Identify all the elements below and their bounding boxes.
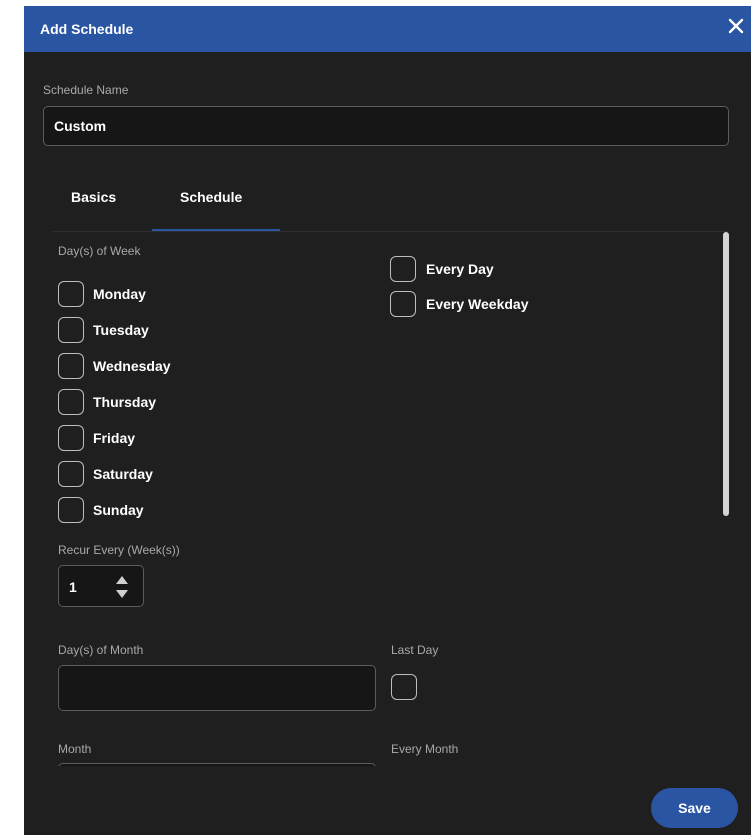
every-month-label: Every Month — [391, 742, 459, 756]
spinner-arrows-icon[interactable] — [115, 575, 129, 599]
wednesday-checkbox[interactable] — [58, 353, 84, 379]
friday-checkbox[interactable] — [58, 425, 84, 451]
recur-every-label: Recur Every (Week(s)) — [58, 543, 180, 557]
wednesday-label[interactable]: Wednesday — [93, 358, 171, 374]
month-label: Month — [58, 742, 92, 756]
days-of-month-input[interactable] — [58, 665, 376, 711]
scrollbar-thumb[interactable] — [723, 232, 729, 516]
every-weekday-checkbox[interactable] — [390, 291, 416, 317]
tuesday-label[interactable]: Tuesday — [93, 322, 149, 338]
schedule-tab-content[interactable]: Day(s) of Week Monday Tuesday Wednesday … — [24, 232, 751, 766]
tab-schedule[interactable]: Schedule — [180, 189, 242, 205]
active-tab-indicator — [152, 229, 280, 231]
last-day-checkbox[interactable] — [391, 674, 417, 700]
days-of-month-label: Day(s) of Month — [58, 643, 144, 657]
schedule-name-label: Schedule Name — [43, 83, 129, 97]
save-button[interactable]: Save — [651, 788, 738, 828]
every-weekday-label[interactable]: Every Weekday — [426, 296, 528, 312]
saturday-label[interactable]: Saturday — [93, 466, 153, 482]
every-day-label[interactable]: Every Day — [426, 261, 494, 277]
recur-weeks-value: 1 — [69, 579, 77, 595]
dialog-titlebar: Add Schedule — [24, 6, 751, 52]
days-of-week-label: Day(s) of Week — [58, 244, 141, 258]
monday-checkbox[interactable] — [58, 281, 84, 307]
last-day-label: Last Day — [391, 643, 439, 657]
friday-label[interactable]: Friday — [93, 430, 135, 446]
month-select[interactable] — [58, 763, 376, 766]
monday-label[interactable]: Monday — [93, 286, 146, 302]
close-icon[interactable] — [723, 13, 749, 39]
scrollbar-track[interactable] — [723, 232, 729, 766]
sunday-checkbox[interactable] — [58, 497, 84, 523]
tab-basics[interactable]: Basics — [71, 189, 116, 205]
recur-weeks-stepper[interactable]: 1 — [58, 565, 144, 607]
sunday-label[interactable]: Sunday — [93, 502, 144, 518]
schedule-name-input[interactable] — [43, 106, 729, 146]
thursday-checkbox[interactable] — [58, 389, 84, 415]
dialog-title: Add Schedule — [40, 21, 134, 37]
tuesday-checkbox[interactable] — [58, 317, 84, 343]
saturday-checkbox[interactable] — [58, 461, 84, 487]
every-day-checkbox[interactable] — [390, 256, 416, 282]
add-schedule-dialog: Add Schedule Schedule Name Basics Schedu… — [24, 6, 751, 835]
thursday-label[interactable]: Thursday — [93, 394, 156, 410]
